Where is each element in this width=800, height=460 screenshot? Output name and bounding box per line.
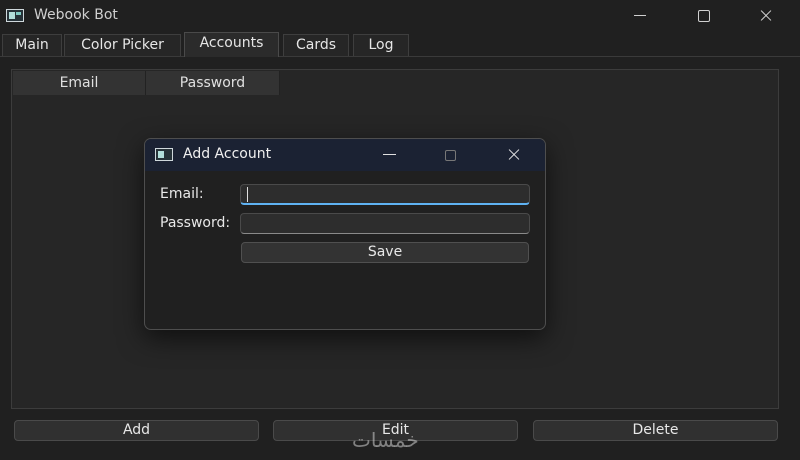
- add-account-dialog: Add Account Email: Password: Save: [144, 138, 546, 330]
- password-field[interactable]: [240, 213, 530, 234]
- title-bar: Webook Bot: [0, 0, 800, 32]
- save-button[interactable]: Save: [241, 242, 529, 263]
- add-button[interactable]: Add: [14, 420, 259, 441]
- tab-cards[interactable]: Cards: [283, 34, 349, 56]
- password-label: Password:: [160, 215, 231, 231]
- dialog-close-icon[interactable]: [494, 139, 534, 171]
- delete-button[interactable]: Delete: [533, 420, 778, 441]
- dialog-title-bar: Add Account: [145, 139, 545, 171]
- maximize-icon[interactable]: [680, 0, 726, 32]
- close-icon[interactable]: [743, 0, 789, 32]
- dialog-maximize-icon: [431, 139, 471, 171]
- tab-main[interactable]: Main: [2, 34, 62, 56]
- dialog-title: Add Account: [183, 146, 272, 162]
- email-field[interactable]: [240, 184, 530, 205]
- watermark: خمسات: [352, 428, 419, 452]
- main-window: Webook Bot Main Color Picker Accounts Ca…: [0, 0, 800, 460]
- tab-log[interactable]: Log: [353, 34, 409, 56]
- tab-color-picker[interactable]: Color Picker: [64, 34, 181, 56]
- window-title: Webook Bot: [34, 7, 118, 23]
- column-header-password[interactable]: Password: [146, 71, 280, 95]
- dialog-minimize-icon[interactable]: [370, 139, 410, 171]
- minimize-icon[interactable]: [617, 0, 663, 32]
- tab-accounts[interactable]: Accounts: [184, 32, 279, 57]
- column-header-email[interactable]: Email: [13, 71, 146, 95]
- dialog-app-icon: [155, 148, 173, 161]
- text-caret: [247, 187, 248, 202]
- app-window-icon: [6, 9, 24, 22]
- tab-bar: Main Color Picker Accounts Cards Log: [0, 32, 800, 57]
- email-label: Email:: [160, 186, 204, 202]
